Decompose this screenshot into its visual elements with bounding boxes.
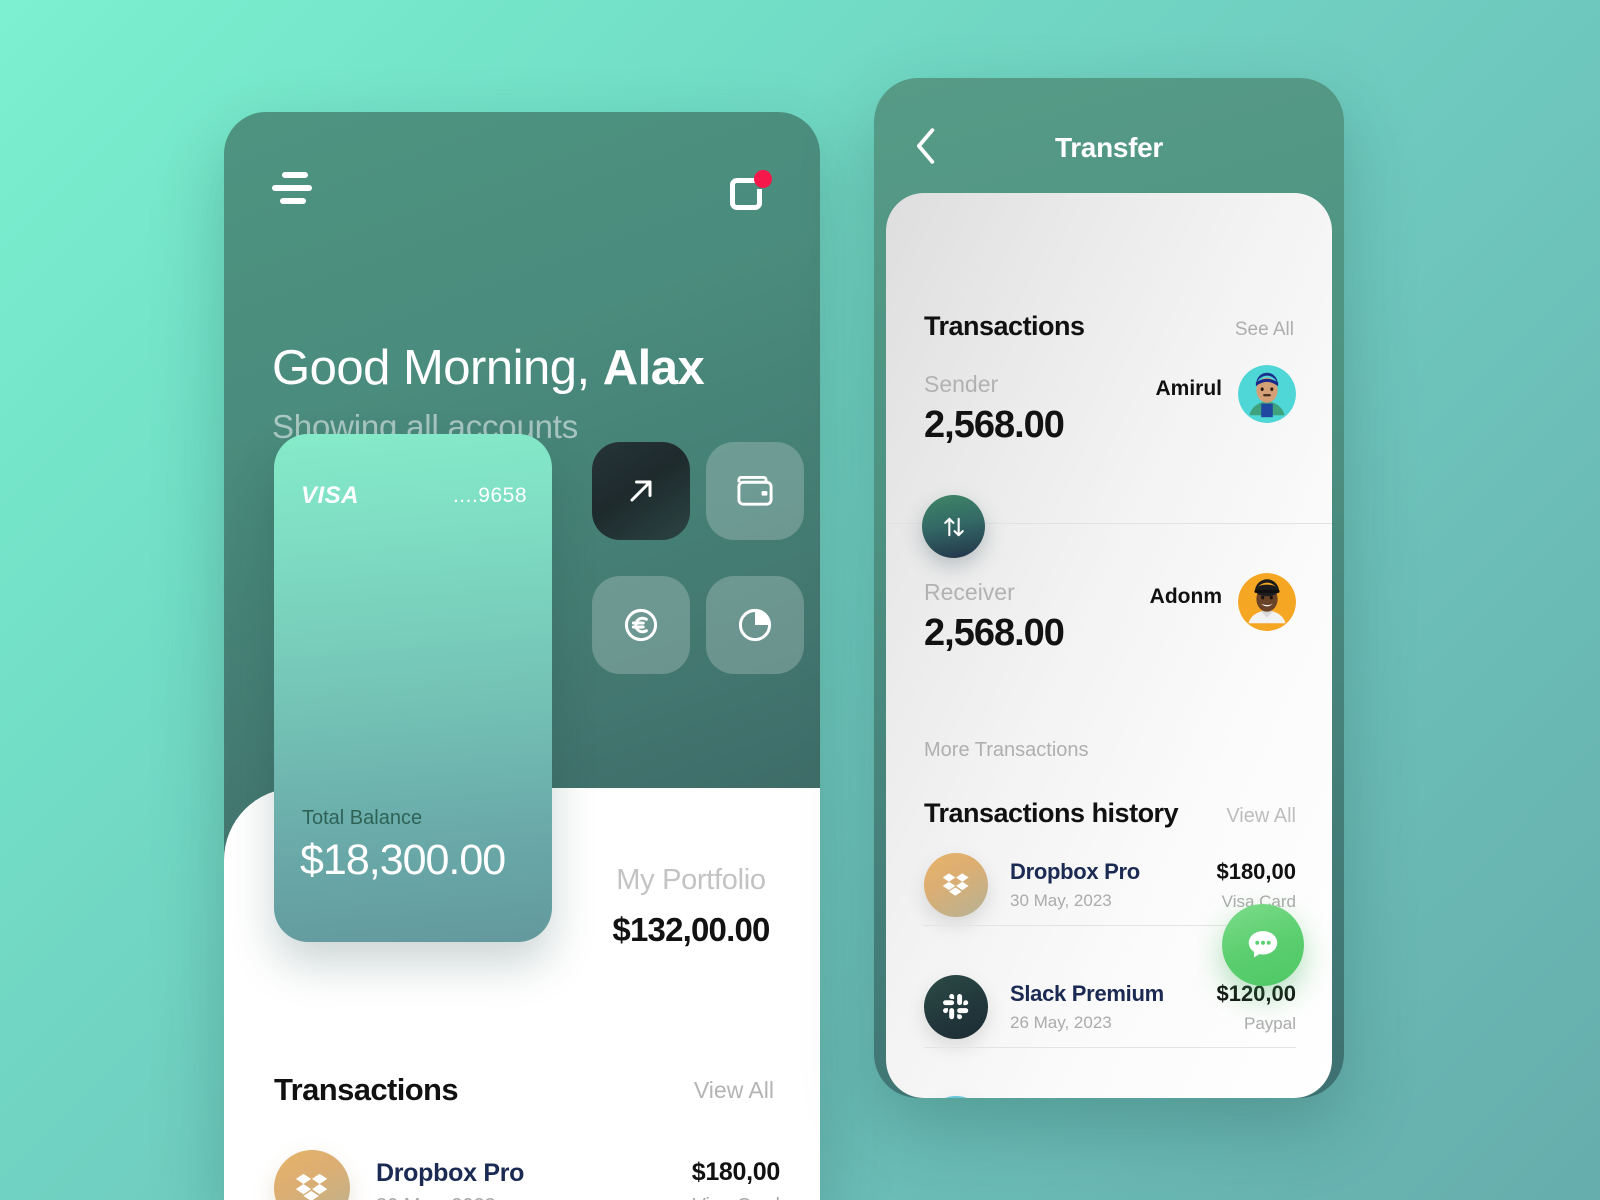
notification-icon[interactable]: [730, 170, 772, 212]
dropbox-icon: [924, 853, 988, 917]
page-title: Good Morning, Alax: [272, 340, 792, 396]
table-row-main: Dropbox Pro 30 May, 2023: [1010, 859, 1216, 911]
pie-chart-icon: [736, 606, 774, 644]
transfer-header: Transfer: [874, 78, 1344, 203]
home-transactions-header: Transactions View All: [274, 1072, 774, 1108]
see-all-link[interactable]: See All: [1235, 319, 1294, 341]
total-balance-label: Total Balance: [302, 807, 423, 829]
avatar-amirul[interactable]: [1238, 365, 1296, 423]
receiver-block: Receiver 2,568.00 Adonm: [924, 573, 1296, 655]
euro-circle-icon: [622, 606, 660, 644]
quick-actions-grid: [592, 442, 804, 674]
receiver-amount: 2,568.00: [924, 612, 1065, 654]
more-transactions-label: More Transactions: [924, 739, 1089, 761]
greeting-prefix: Good Morning,: [272, 341, 603, 395]
table-row-main: Slack Premium 26 May, 2023: [1010, 981, 1216, 1033]
receiver-name: Adonm: [1149, 585, 1222, 608]
row-divider: [924, 1047, 1296, 1048]
portfolio-block: My Portfolio $132,00.00: [576, 864, 806, 949]
transaction-name: Slack Premium: [1010, 981, 1164, 1006]
greeting-block: Good Morning, Alax Showing all accounts: [272, 340, 792, 446]
table-row[interactable]: Slack Premium 26 May, 2023 $120,00 Paypa…: [924, 975, 1296, 1039]
wallet-action-button[interactable]: [706, 442, 804, 540]
table-row[interactable]: Dropbox Pro 30 May, 2023 $180,00 Visa Ca…: [924, 853, 1296, 917]
sender-block: Sender 2,568.00 Amirul: [924, 365, 1296, 447]
list-item-right: $180,00 Visa Card: [691, 1158, 781, 1200]
swap-vertical-icon[interactable]: [922, 495, 985, 558]
transaction-method: Visa Card: [692, 1195, 780, 1200]
notification-badge-dot: [754, 170, 772, 188]
table-row-right: $120,00 Paypal: [1216, 981, 1296, 1034]
home-transactions-title: Transactions: [274, 1072, 459, 1107]
slack-icon: [924, 975, 988, 1039]
total-balance-value: $18,300.00: [300, 836, 506, 884]
hamburger-bar: [280, 198, 306, 204]
arrow-up-right-icon: [623, 473, 659, 509]
transfer-transactions-title: Transactions: [924, 311, 1085, 341]
home-screen: Good Morning, Alax Showing all accounts: [224, 112, 820, 1200]
table-row[interactable]: Twitch TV 24 May, 2023 Apple Pay: [924, 1096, 1296, 1098]
dropbox-icon: [274, 1150, 350, 1200]
hamburger-icon[interactable]: [272, 172, 316, 208]
twitch-icon: [924, 1096, 988, 1098]
statistics-action-button[interactable]: [706, 576, 804, 674]
transfer-sheet: Transactions See All Sender 2,568.00 Ami…: [886, 193, 1332, 1098]
visa-card[interactable]: VISA ....9658 Total Balance $18,300.00: [274, 434, 552, 942]
sender-amount: 2,568.00: [924, 404, 1065, 446]
sender-name: Amirul: [1155, 377, 1222, 400]
card-number-masked: ....9658: [452, 484, 527, 507]
list-item[interactable]: Dropbox Pro 30 May, 2023 $180,00 Visa Ca…: [274, 1150, 780, 1200]
avatar-adonm[interactable]: [1238, 573, 1296, 631]
history-header: Transactions history View All: [924, 798, 1296, 829]
transaction-name: Dropbox Pro: [376, 1158, 525, 1187]
transaction-name: Dropbox Pro: [1010, 859, 1140, 884]
transaction-date: 30 May, 2023: [1010, 891, 1112, 910]
transfer-screen: Transfer Transactions See All Sender 2,5…: [874, 78, 1344, 1098]
currency-action-button[interactable]: [592, 576, 690, 674]
wallet-icon: [736, 474, 774, 508]
chat-bubble-icon[interactable]: [1222, 904, 1304, 986]
transfer-transactions-header: Transactions See All: [924, 311, 1294, 342]
send-action-button[interactable]: [592, 442, 690, 540]
history-view-all[interactable]: View All: [1226, 805, 1296, 828]
history-title: Transactions history: [924, 798, 1179, 828]
transfer-title: Transfer: [1054, 132, 1164, 163]
greeting-name: Alax: [602, 341, 705, 395]
transaction-method: Paypal: [1244, 1013, 1296, 1033]
list-item-main: Dropbox Pro 30 May, 2023: [376, 1159, 692, 1200]
transaction-date: 30 May, 2023: [376, 1195, 692, 1200]
transaction-amount: $180,00: [691, 1158, 781, 1186]
portfolio-label: My Portfolio: [616, 864, 766, 896]
transaction-date: 26 May, 2023: [1010, 1013, 1112, 1032]
home-topbar: [224, 112, 820, 232]
hamburger-bar: [282, 172, 308, 178]
transaction-amount: $180,00: [1216, 858, 1296, 884]
home-transactions-view-all[interactable]: View All: [694, 1077, 774, 1104]
visa-brand-logo: VISA: [301, 482, 360, 509]
hamburger-bar: [272, 185, 312, 191]
portfolio-value: $132,00.00: [612, 911, 770, 948]
